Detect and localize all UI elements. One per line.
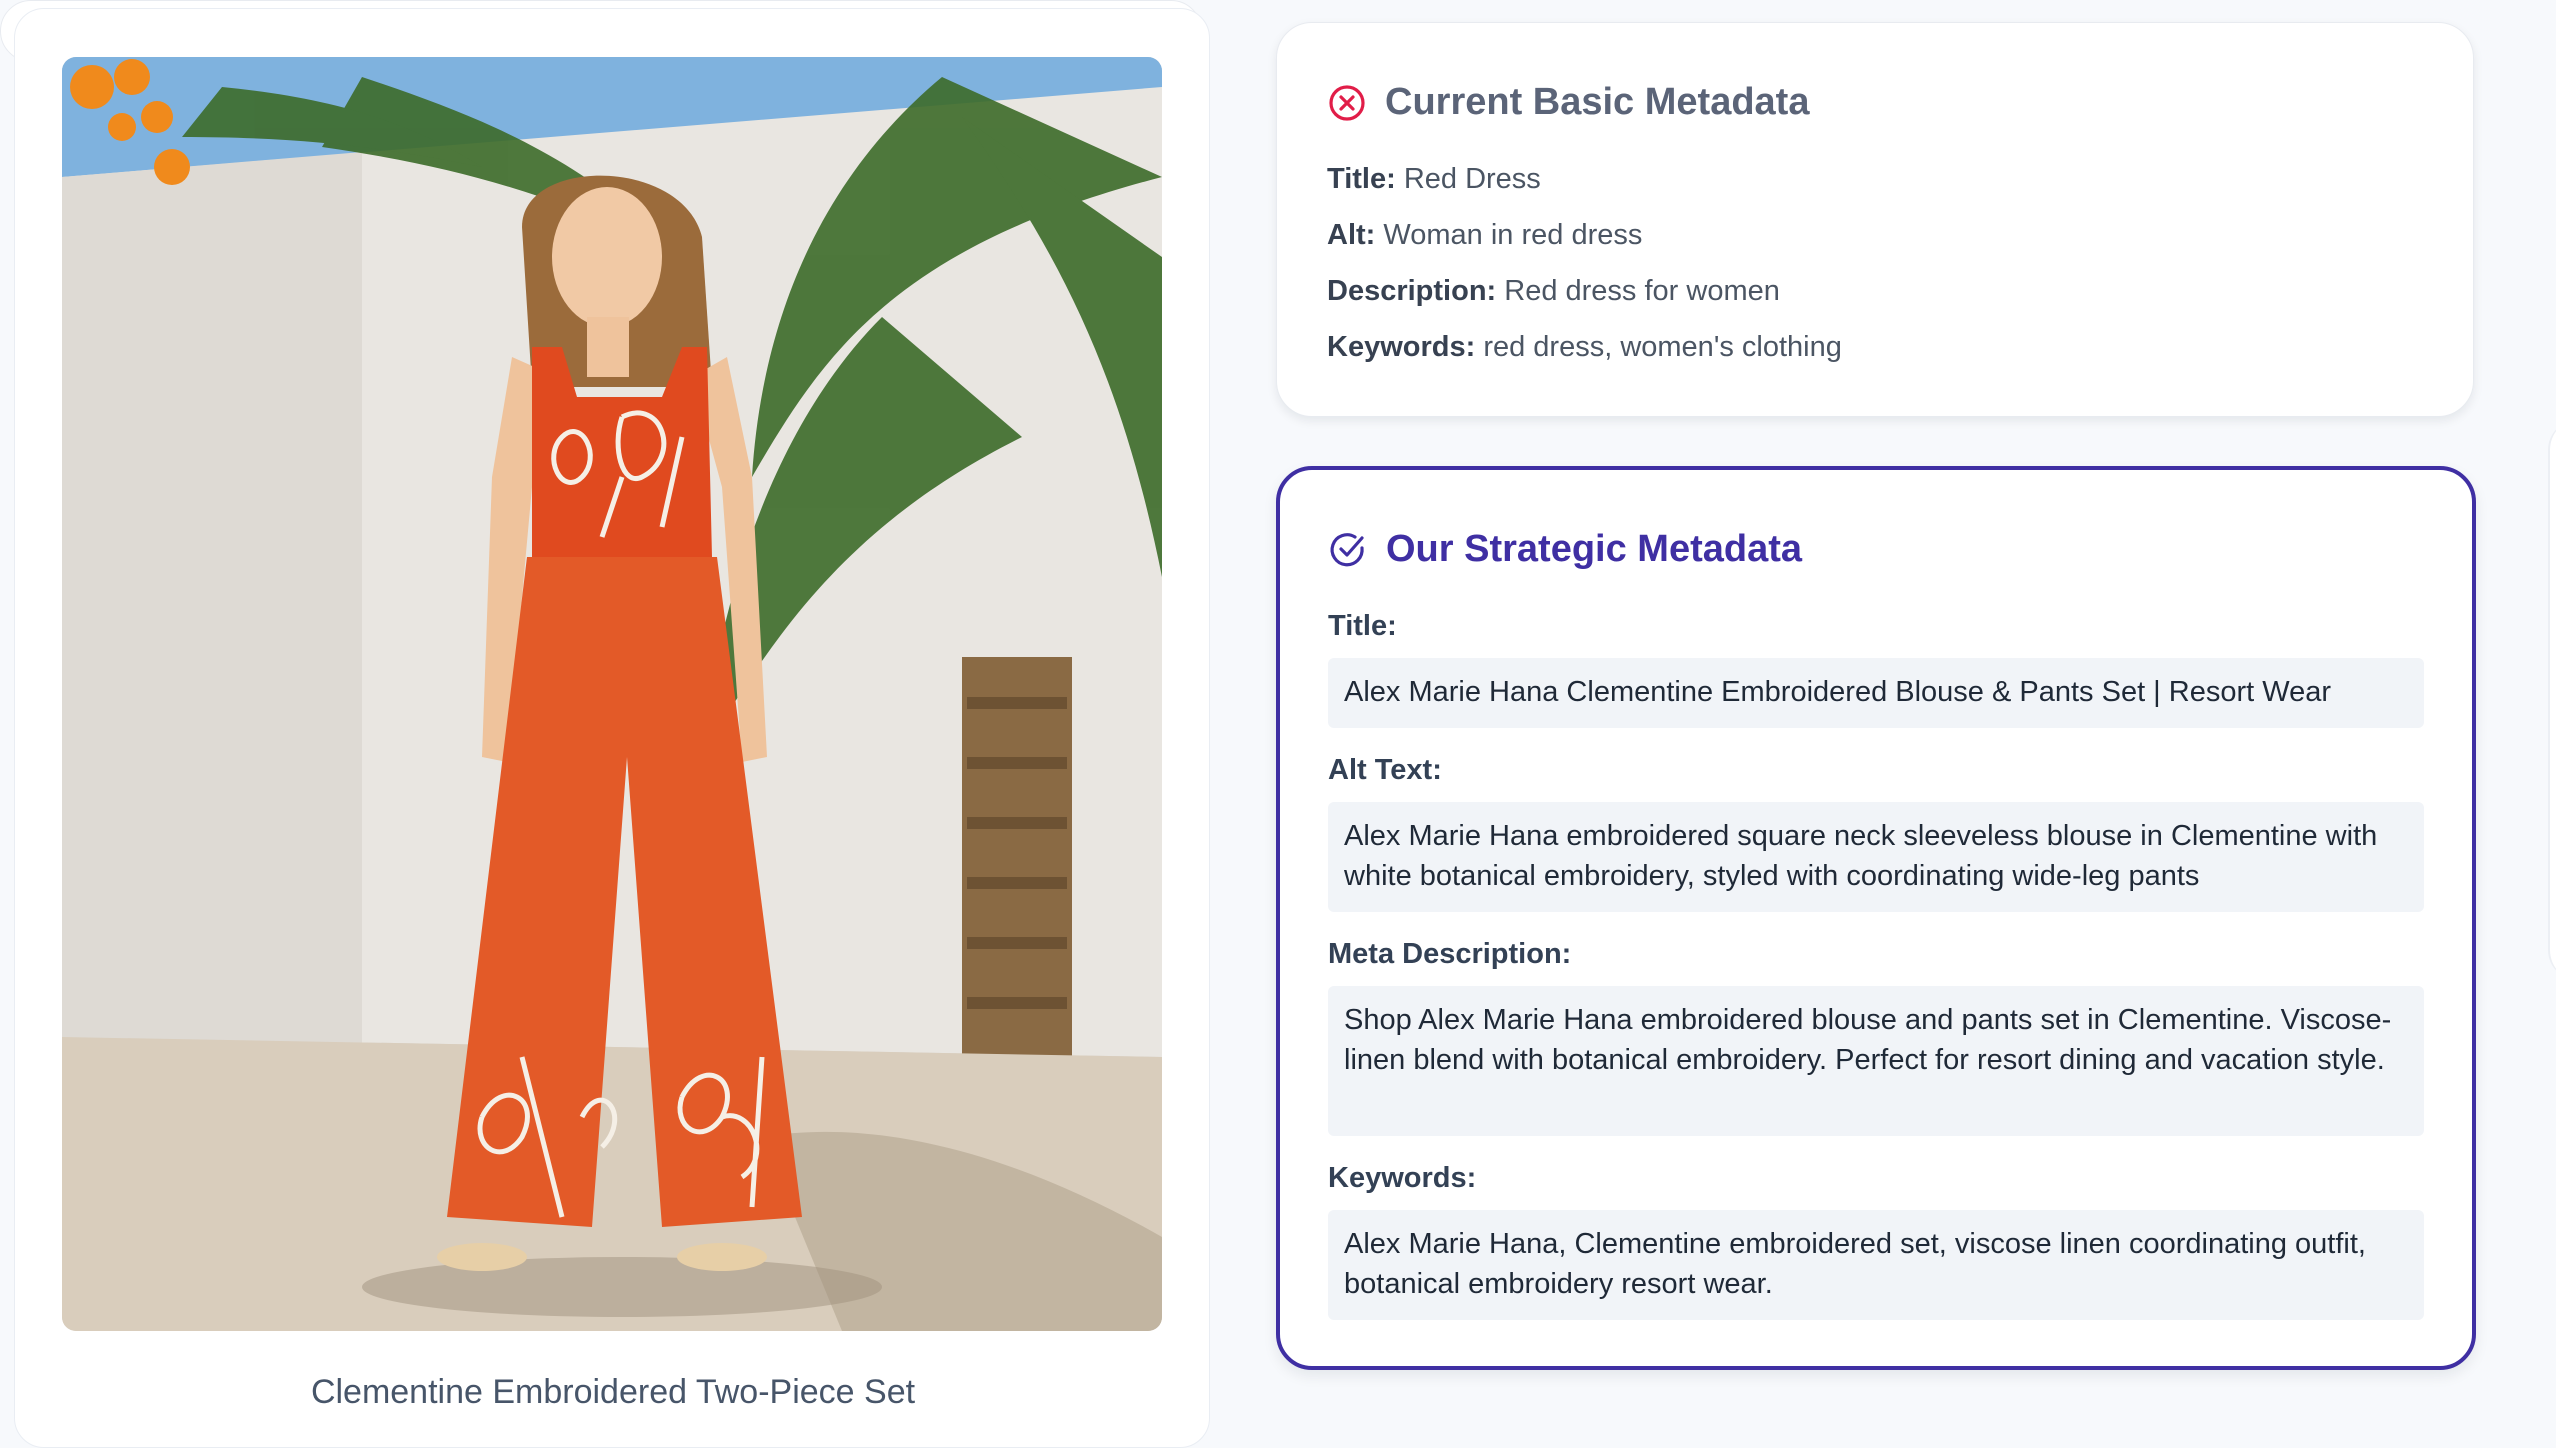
product-photo [62,57,1162,1331]
strategic-alt-label: Alt Text: [1328,754,1442,786]
check-circle-icon [1330,532,1364,566]
current-description-value: Red dress for women [1504,275,1780,307]
current-metadata-card: Current Basic Metadata Title: Red Dress … [1276,22,2474,417]
current-description-row: Description: Red dress for women [1327,275,1780,308]
strategic-alt-value[interactable]: Alex Marie Hana embroidered square neck … [1328,802,2424,912]
x-circle-icon [1329,84,1365,121]
current-metadata-header: Current Basic Metadata [1327,81,1809,124]
strategic-keywords-label: Keywords: [1328,1162,1477,1194]
strategic-title-value[interactable]: Alex Marie Hana Clementine Embroidered B… [1328,658,2424,728]
product-card: Clementine Embroidered Two-Piece Set [14,8,1210,1448]
side-card-edge [2548,420,2556,980]
current-alt-label: Alt: [1327,219,1376,251]
current-metadata-title: Current Basic Metadata [1385,81,1810,123]
current-title-value: Red Dress [1403,163,1541,195]
current-keywords-value: red dress, women's clothing [1483,331,1842,363]
strategic-metadata-card: Our Strategic Metadata Title: Alex Marie… [1276,466,2476,1370]
strategic-keywords-value[interactable]: Alex Marie Hana, Clementine embroidered … [1328,1210,2424,1320]
product-photo-illustration [62,57,1162,1331]
current-alt-row: Alt: Woman in red dress [1327,219,1642,252]
strategic-description-value[interactable]: Shop Alex Marie Hana embroidered blouse … [1328,986,2424,1136]
current-description-label: Description: [1327,275,1497,307]
strategic-title-label: Title: [1328,610,1397,642]
current-keywords-label: Keywords: [1327,331,1476,363]
current-title-row: Title: Red Dress [1327,163,1541,196]
product-caption: Clementine Embroidered Two-Piece Set [310,1373,916,1411]
strategic-description-label: Meta Description: [1328,938,1572,970]
current-title-label: Title: [1327,163,1396,195]
strategic-metadata-header: Our Strategic Metadata [1328,528,1802,571]
current-alt-value: Woman in red dress [1383,219,1643,251]
current-keywords-row: Keywords: red dress, women's clothing [1327,331,1842,364]
strategic-metadata-title: Our Strategic Metadata [1386,528,1802,570]
